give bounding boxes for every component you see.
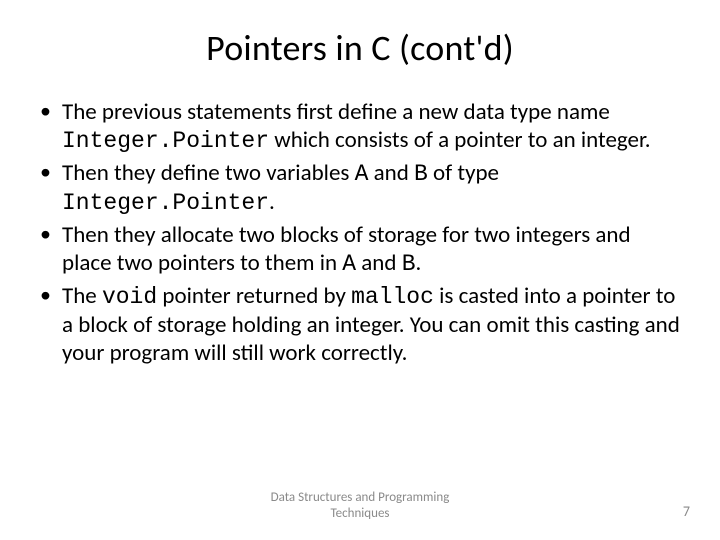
bullet-list: The previous statements first define a n… <box>38 98 682 367</box>
page-number: 7 <box>683 503 690 520</box>
page-title: Pointers in C (cont'd) <box>38 26 682 70</box>
text-run: Then they define two variables <box>62 159 355 187</box>
text-run: The <box>62 282 102 310</box>
code-run: void <box>102 284 157 310</box>
code-run: A <box>342 251 356 277</box>
list-item: The void pointer returned by malloc is c… <box>38 282 682 367</box>
footer-center-text: Data Structures and Programming Techniqu… <box>271 490 450 523</box>
code-run: Integer.Pointer <box>62 128 269 154</box>
code-run: Integer.Pointer <box>62 190 269 216</box>
code-run: B <box>414 161 428 187</box>
list-item: Then they define two variables A and B o… <box>38 159 682 217</box>
code-run: malloc <box>351 284 434 310</box>
text-run: . <box>269 188 275 216</box>
text-run: pointer returned by <box>157 282 351 310</box>
footer-line-1: Data Structures and Programming <box>271 490 450 505</box>
list-item: Then they allocate two blocks of storage… <box>38 221 682 278</box>
text-run: and <box>356 249 402 277</box>
text-run: The previous statements first define a n… <box>62 98 610 126</box>
code-run: B <box>402 251 416 277</box>
text-run: of type <box>428 159 499 187</box>
slide-footer: Data Structures and Programming Techniqu… <box>0 490 720 524</box>
code-run: A <box>355 161 369 187</box>
text-run: . <box>416 249 422 277</box>
text-run: which consists of a pointer to an intege… <box>269 126 650 154</box>
slide: Pointers in C (cont'd) The previous stat… <box>0 0 720 540</box>
list-item: The previous statements first define a n… <box>38 98 682 155</box>
text-run: and <box>368 159 414 187</box>
footer-line-2: Techniques <box>330 506 389 521</box>
